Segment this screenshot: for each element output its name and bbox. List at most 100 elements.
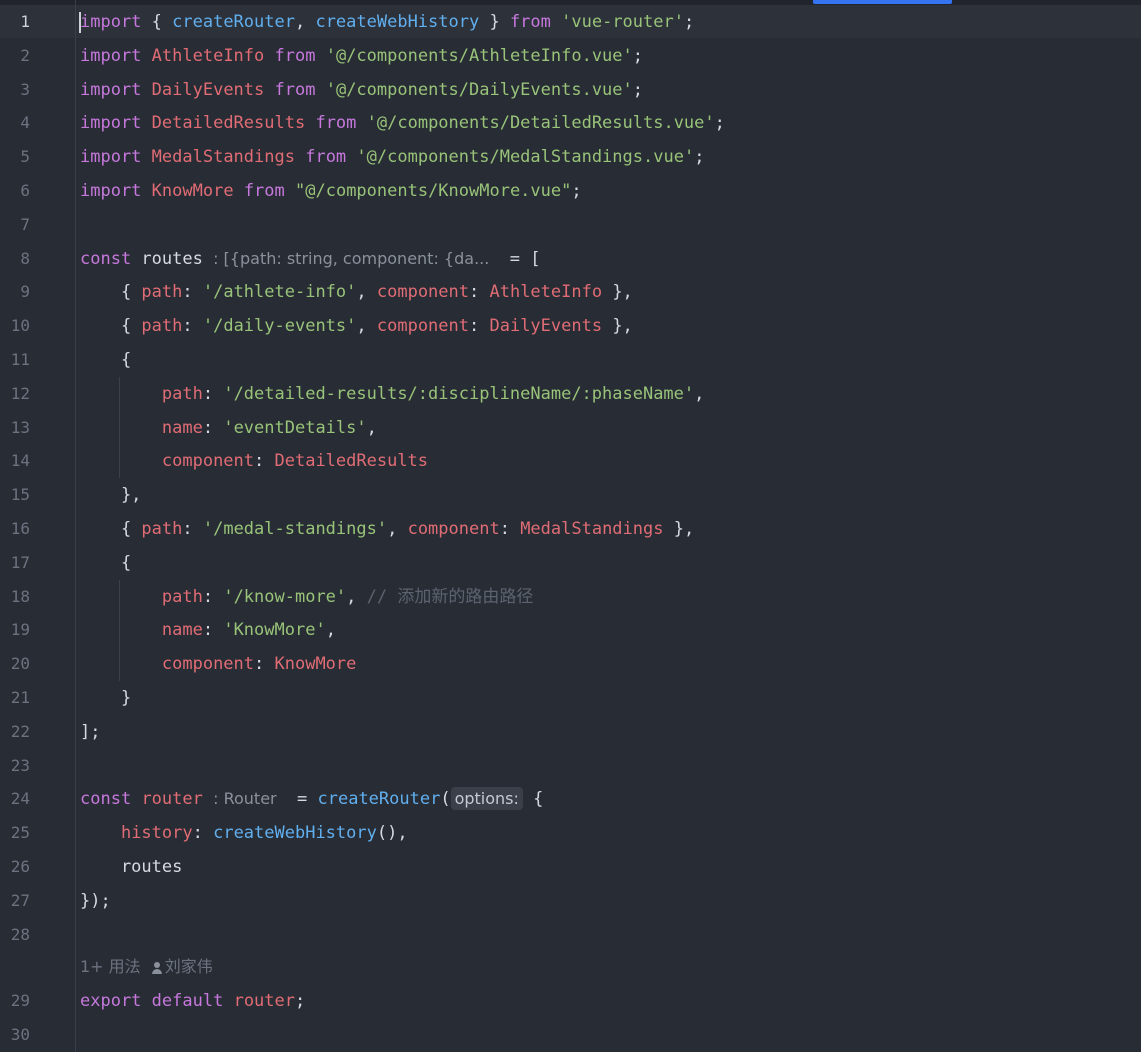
code-token: : bbox=[254, 451, 275, 472]
code-token: MedalStandings bbox=[151, 147, 295, 168]
code-line[interactable]: 10 { path: '/daily-events', component: D… bbox=[0, 309, 1141, 343]
line-code[interactable]: import DailyEvents from '@/components/Da… bbox=[80, 73, 643, 107]
code-line[interactable]: 18 path: '/know-more', // 添加新的路由路径 bbox=[0, 580, 1141, 614]
line-code[interactable]: import AthleteInfo from '@/components/At… bbox=[80, 39, 643, 73]
code-token: }, bbox=[80, 485, 142, 506]
line-code[interactable]: { path: '/medal-standings', component: M… bbox=[80, 512, 694, 546]
code-token: component bbox=[376, 316, 469, 337]
code-line[interactable]: 25 history: createWebHistory(), bbox=[0, 816, 1141, 850]
line-number: 6 bbox=[20, 181, 30, 200]
code-line[interactable]: 8 const routes : [{path: string, componen… bbox=[0, 242, 1141, 276]
usages-link[interactable]: 1+ 用法 bbox=[80, 957, 141, 976]
line-code[interactable]: import { createRouter, createWebHistory … bbox=[80, 5, 694, 39]
line-number: 15 bbox=[10, 485, 30, 505]
line-code[interactable]: import DetailedResults from '@/component… bbox=[80, 106, 725, 140]
line-code[interactable]: path: '/know-more', // 添加新的路由路径 bbox=[80, 580, 533, 614]
code-lens[interactable]: 1+ 用法 刘家伟 bbox=[80, 952, 213, 982]
code-line[interactable]: 30 bbox=[0, 1018, 1141, 1052]
code-line[interactable]: 6 import KnowMore from "@/components/Know… bbox=[0, 174, 1141, 208]
code-token: import bbox=[80, 45, 142, 66]
code-token: = [ bbox=[499, 248, 541, 269]
code-line[interactable]: 27}); bbox=[0, 884, 1141, 918]
code-token: // 添加新的路由路径 bbox=[366, 586, 534, 607]
line-code[interactable]: name: 'eventDetails', bbox=[80, 411, 377, 445]
code-line[interactable]: 24 const router : Router = createRouter(o… bbox=[0, 782, 1141, 816]
code-line[interactable]: 15 }, bbox=[0, 478, 1141, 512]
code-line[interactable]: 22]; bbox=[0, 715, 1141, 749]
code-line[interactable]: 26 routes bbox=[0, 850, 1141, 884]
code-line[interactable]: 23 bbox=[0, 749, 1141, 783]
line-code[interactable]: { bbox=[80, 343, 131, 377]
line-number: 2 bbox=[20, 45, 30, 65]
code-token: { bbox=[80, 350, 132, 370]
code-token: path bbox=[161, 586, 203, 607]
code-token: '@/components/AthleteInfo.vue' bbox=[325, 45, 633, 66]
inlay-hint: : [{path: string, component: {da... bbox=[213, 248, 500, 268]
line-code[interactable]: path: '/detailed-results/:disciplineName… bbox=[80, 377, 705, 411]
code-editor[interactable]: 1 import { createRouter, createWebHistory… bbox=[0, 0, 1141, 1052]
code-token: } bbox=[479, 12, 510, 32]
line-number: 30 bbox=[10, 1024, 30, 1044]
code-token: '/daily-events' bbox=[202, 316, 357, 337]
code-line[interactable]: 29 export default router; bbox=[0, 984, 1141, 1018]
line-code[interactable]: }, bbox=[80, 478, 141, 512]
line-code[interactable]: { path: '/athlete-info', component: Athl… bbox=[80, 275, 633, 309]
code-token: component bbox=[161, 654, 255, 675]
line-code[interactable]: component: KnowMore bbox=[80, 647, 357, 681]
code-token: routes bbox=[80, 857, 183, 877]
code-line[interactable]: 1 import { createRouter, createWebHistory… bbox=[0, 5, 1141, 39]
code-line[interactable]: 17 { bbox=[0, 546, 1141, 580]
code-line[interactable]: 2 import AthleteInfo from '@/components/A… bbox=[0, 39, 1141, 73]
code-line[interactable]: 5 import MedalStandings from '@/component… bbox=[0, 140, 1141, 174]
code-line[interactable]: 16 { path: '/medal-standings', component… bbox=[0, 512, 1141, 546]
code-token: const bbox=[80, 789, 132, 810]
line-code[interactable]: const routes : [{path: string, component… bbox=[80, 242, 540, 276]
code-token: { bbox=[80, 316, 142, 337]
code-line[interactable]: 4 import DetailedResults from '@/componen… bbox=[0, 106, 1141, 140]
line-code[interactable]: } bbox=[80, 681, 131, 715]
line-number: 21 bbox=[10, 688, 30, 707]
code-line[interactable]: 3 import DailyEvents from '@/components/D… bbox=[0, 73, 1141, 107]
line-code[interactable]: ]; bbox=[80, 715, 100, 749]
code-token: import bbox=[80, 113, 142, 134]
code-line[interactable]: 19 name: 'KnowMore', bbox=[0, 613, 1141, 647]
code-line[interactable]: 21 } bbox=[0, 681, 1141, 715]
code-token: '@/components/DetailedResults.vue' bbox=[366, 113, 715, 134]
line-code[interactable]: }); bbox=[80, 884, 111, 918]
code-token: ; bbox=[714, 113, 725, 134]
code-line[interactable]: 9 { path: '/athlete-info', component: At… bbox=[0, 275, 1141, 309]
line-code[interactable]: history: createWebHistory(), bbox=[80, 816, 408, 850]
code-line[interactable]: 7 bbox=[0, 208, 1141, 242]
code-line[interactable]: 12 path: '/detailed-results/:disciplineN… bbox=[0, 377, 1141, 411]
line-code[interactable]: import KnowMore from "@/components/KnowM… bbox=[80, 174, 582, 208]
code-line[interactable]: 11 { bbox=[0, 343, 1141, 377]
code-token: DailyEvents bbox=[489, 316, 603, 337]
code-token: AthleteInfo bbox=[489, 282, 603, 303]
line-code[interactable]: component: DetailedResults bbox=[80, 444, 428, 478]
line-code[interactable]: { path: '/daily-events', component: Dail… bbox=[80, 309, 633, 343]
code-line[interactable]: 20 component: KnowMore bbox=[0, 647, 1141, 681]
code-token: const bbox=[80, 248, 132, 269]
line-code[interactable]: import MedalStandings from '@/components… bbox=[80, 140, 704, 174]
code-token: { bbox=[141, 12, 173, 32]
line-code[interactable]: routes bbox=[80, 850, 182, 884]
code-line[interactable]: 28 bbox=[0, 918, 1141, 952]
code-token: : bbox=[469, 282, 490, 303]
code-token: "@/components/KnowMore.vue" bbox=[295, 181, 572, 201]
line-code[interactable]: const router : Router = createRouter(opt… bbox=[80, 782, 543, 816]
code-token: { bbox=[80, 282, 142, 303]
code-line[interactable]: 13 name: 'eventDetails', bbox=[0, 411, 1141, 445]
line-code[interactable]: export default router; bbox=[80, 984, 305, 1018]
line-number: 14 bbox=[10, 451, 30, 471]
line-code[interactable]: { bbox=[80, 546, 131, 580]
line-number: 16 bbox=[10, 519, 30, 538]
code-line[interactable]: 14 component: DetailedResults bbox=[0, 444, 1141, 478]
